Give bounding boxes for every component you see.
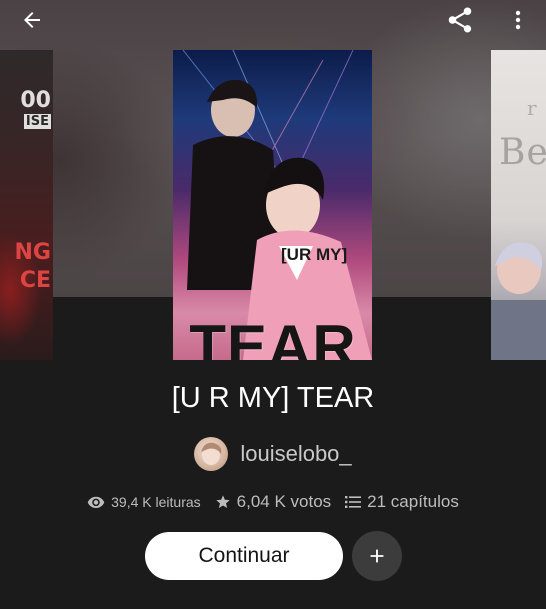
add-to-library-button[interactable]	[352, 531, 402, 581]
cover-text: ISE	[23, 114, 51, 129]
cover-text: NG	[14, 240, 51, 265]
next-story-cover[interactable]: r Be	[491, 50, 546, 360]
reads-stat: 39,4 K leituras	[87, 494, 201, 510]
cover-text: CE	[19, 268, 51, 293]
author-name-link[interactable]: louiselobo_	[240, 441, 351, 467]
avatar[interactable]	[194, 437, 229, 471]
cover-text: Be	[499, 132, 546, 173]
list-icon	[345, 495, 362, 509]
parts-count: 21 capítulos	[367, 492, 459, 511]
top-toolbar	[0, 0, 546, 40]
story-cover-image[interactable]: [UR MY] TEAR	[173, 50, 372, 360]
author-row[interactable]: louiselobo_	[0, 436, 546, 472]
plus-icon	[370, 549, 384, 563]
votes-count: 6,04 K votos	[236, 492, 332, 511]
more-vertical-icon	[515, 10, 521, 30]
reads-count: 39,4 K leituras	[111, 494, 201, 510]
cover-artwork	[491, 242, 546, 360]
cover-text: 00	[20, 88, 51, 113]
parts-stat: 21 capítulos	[345, 492, 459, 512]
cover-title-text: TEAR	[189, 313, 357, 360]
story-stats: 39,4 K leituras 6,04 K votos 21 capítulo…	[0, 490, 546, 514]
story-title: [U R MY] TEAR	[171, 382, 375, 414]
story-details-screen: 00 ISE NG CE [UR MY] TEAR r Be [U R MY] …	[0, 0, 546, 609]
votes-stat: 6,04 K votos	[215, 492, 332, 512]
more-options-button[interactable]	[500, 2, 536, 38]
share-icon	[448, 7, 472, 33]
cover-text: r	[527, 96, 537, 120]
previous-story-cover[interactable]: 00 ISE NG CE	[0, 50, 53, 360]
eye-icon	[87, 495, 105, 509]
arrow-left-icon	[24, 12, 40, 28]
author-avatar-image	[201, 442, 222, 465]
share-button[interactable]	[442, 2, 478, 38]
back-button[interactable]	[14, 2, 50, 38]
cover-subtitle-text: [UR MY]	[281, 245, 348, 264]
continue-reading-button[interactable]: Continuar	[145, 532, 343, 580]
star-icon	[215, 494, 231, 510]
